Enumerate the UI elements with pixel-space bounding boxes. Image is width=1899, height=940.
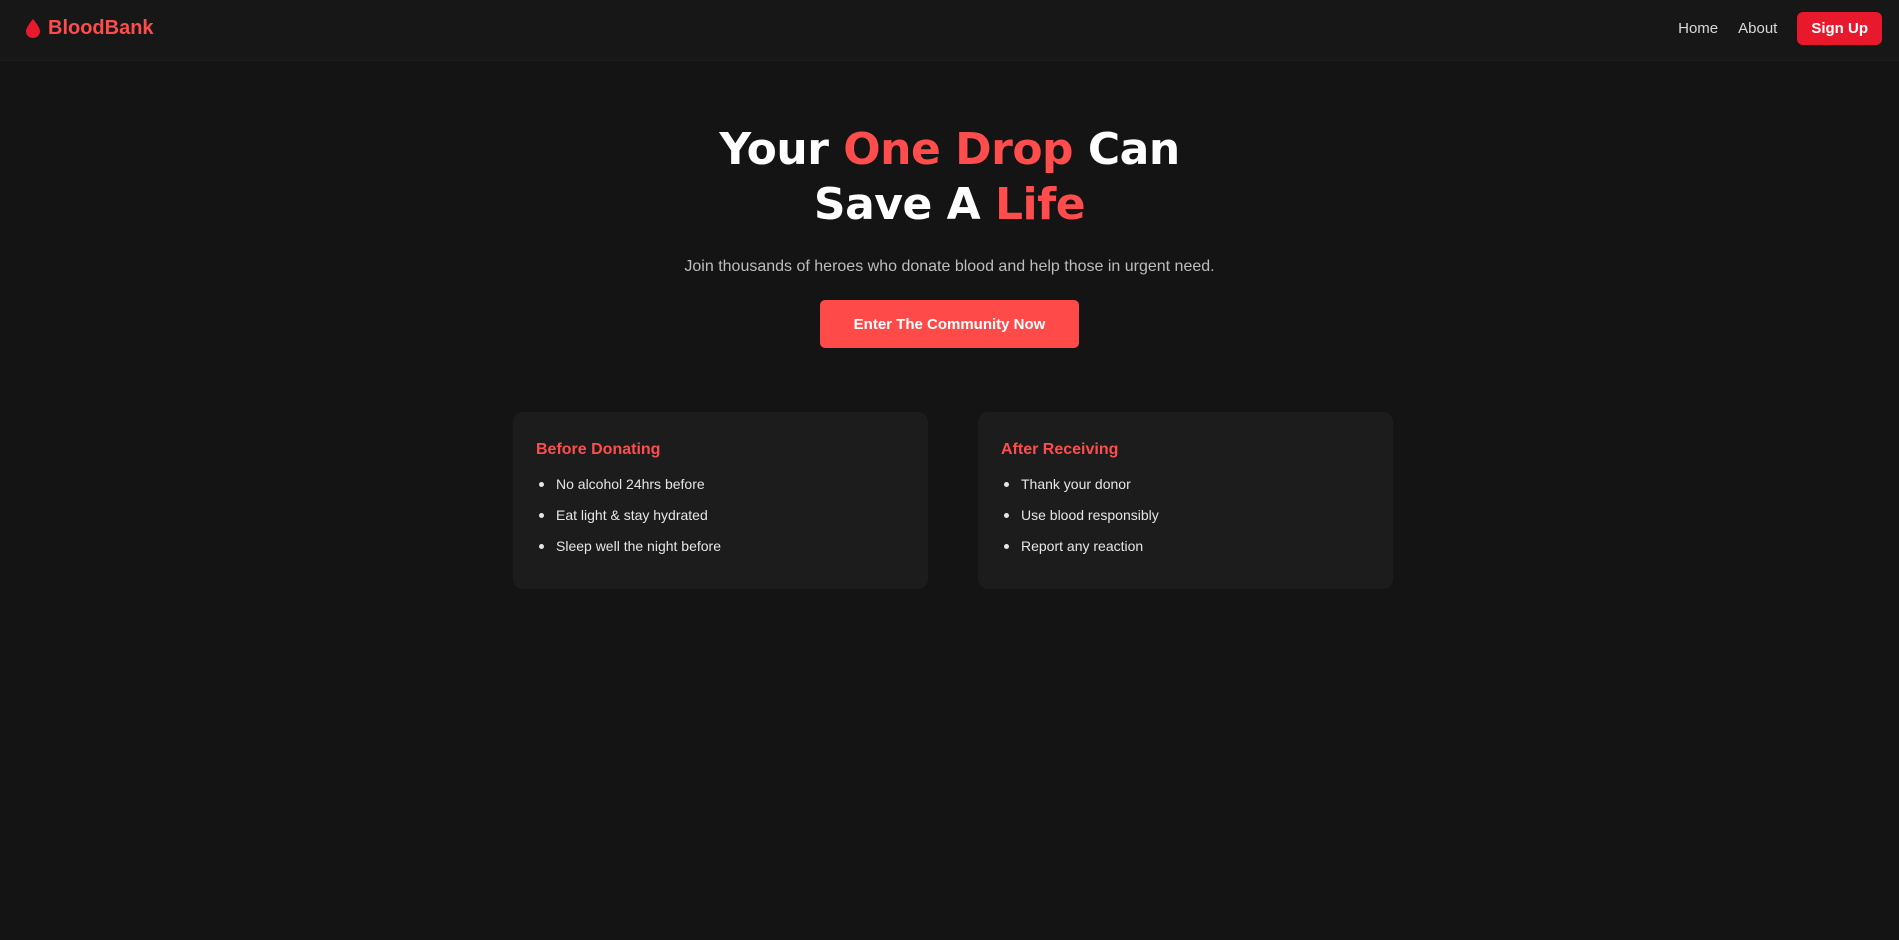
list-item: Eat light & stay hydrated (536, 500, 905, 531)
brand-logo[interactable]: BloodBank (26, 17, 154, 40)
after-receiving-card: After Receiving Thank your donor Use blo… (978, 412, 1393, 589)
bullet-icon (1004, 544, 1009, 549)
bullet-icon (539, 482, 544, 487)
blood-drop-icon (26, 19, 40, 38)
hero-title-accent: Life (994, 179, 1086, 230)
nav-link-home[interactable]: Home (1678, 20, 1718, 37)
card-title: Before Donating (536, 441, 661, 458)
hero-title-line1: Your One Drop Can (719, 124, 1180, 175)
brand-name: BloodBank (48, 17, 154, 39)
list-item: Report any reaction (1001, 531, 1370, 562)
tips-list: Thank your donor Use blood responsibly R… (1001, 469, 1370, 562)
signup-button[interactable]: Sign Up (1797, 12, 1882, 45)
bullet-icon (1004, 482, 1009, 487)
tips-list: No alcohol 24hrs before Eat light & stay… (536, 469, 905, 562)
hero-title: Your One Drop Can Save A Life (0, 122, 1899, 232)
enter-community-button[interactable]: Enter The Community Now (820, 300, 1079, 348)
list-item: Sleep well the night before (536, 531, 905, 562)
before-donating-card: Before Donating No alcohol 24hrs before … (513, 412, 928, 589)
hero-title-accent: One Drop (843, 124, 1074, 175)
bullet-icon (1004, 513, 1009, 518)
bullet-icon (539, 513, 544, 518)
list-item: Use blood responsibly (1001, 500, 1370, 531)
list-item: No alcohol 24hrs before (536, 469, 905, 500)
hero-section: Your One Drop Can Save A Life Join thous… (0, 122, 1899, 348)
hero-title-line2: Save A Life (813, 179, 1086, 230)
hero-subtitle: Join thousands of heroes who donate bloo… (684, 258, 1215, 275)
list-item: Thank your donor (1001, 469, 1370, 500)
nav-links: Home About Sign Up (1678, 12, 1882, 45)
card-title: After Receiving (1001, 441, 1119, 458)
navbar: BloodBank Home About Sign Up (0, 0, 1899, 61)
nav-link-about[interactable]: About (1738, 20, 1777, 37)
bullet-icon (539, 544, 544, 549)
